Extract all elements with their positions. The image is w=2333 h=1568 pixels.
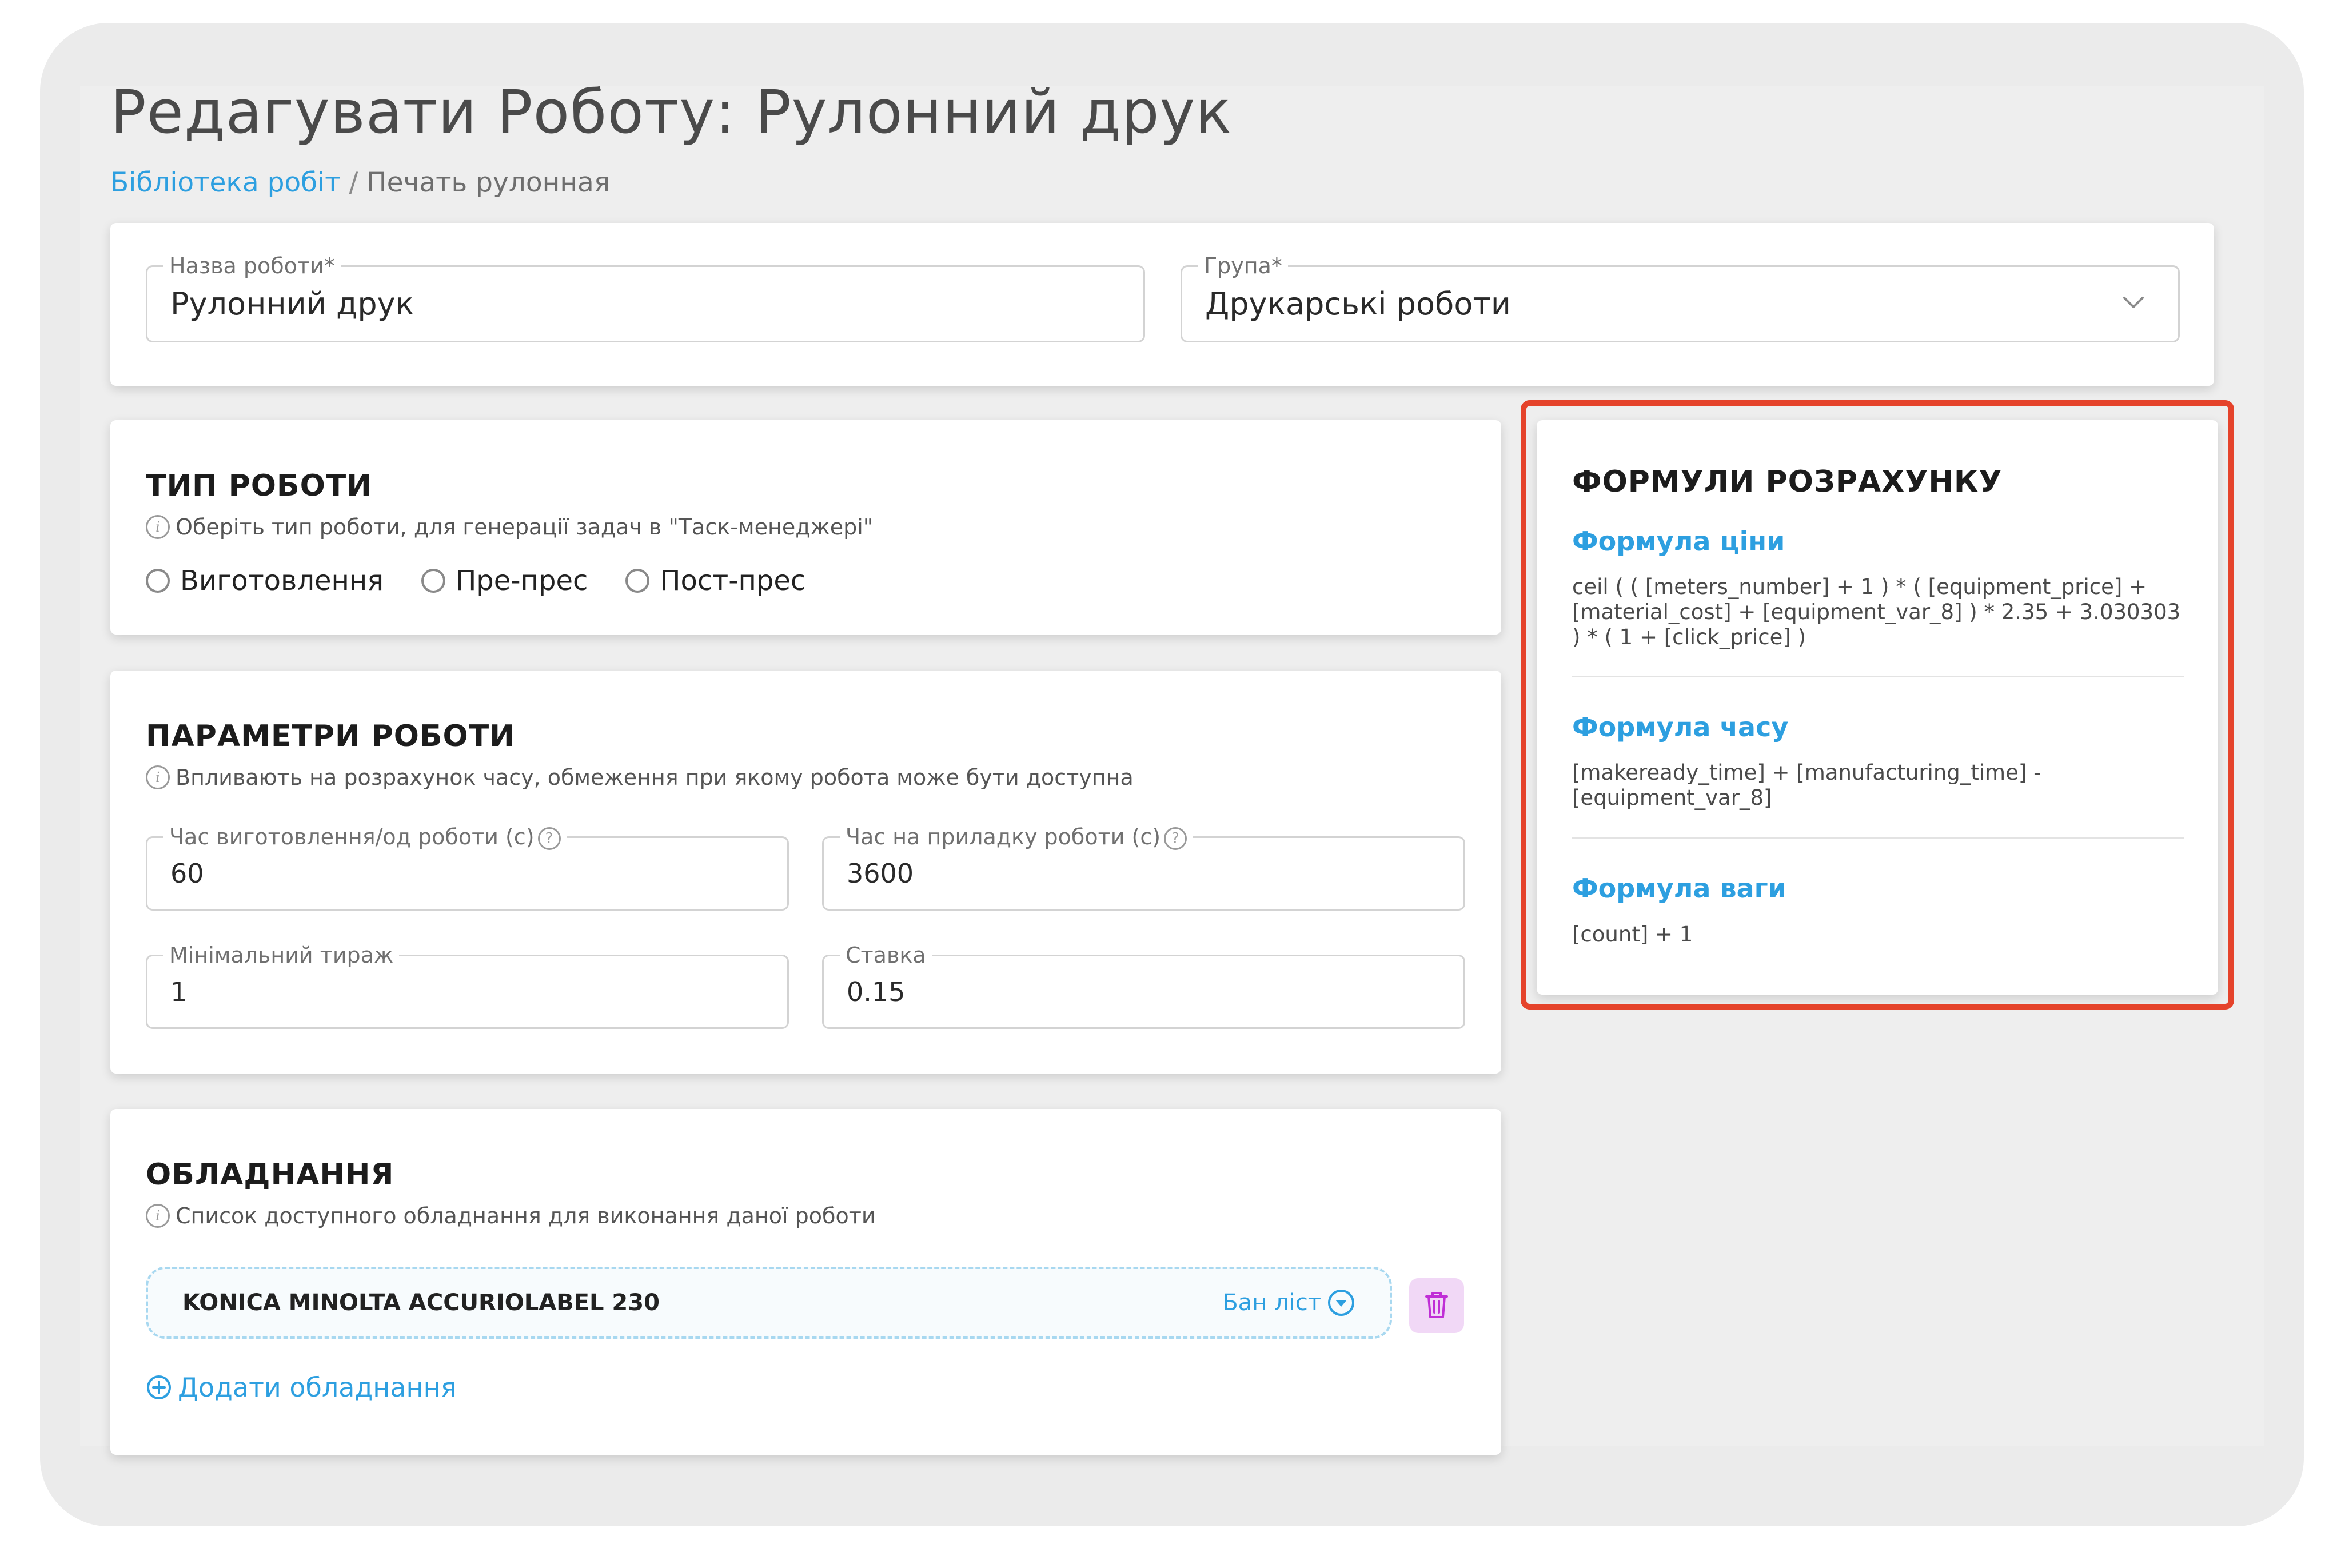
work-type-card: ТИП РОБОТИ i Оберіть тип роботи, для гене… (110, 420, 1501, 635)
equipment-name: KONICA MINOLTA ACCURIOLABEL 230 (182, 1290, 660, 1316)
production-time-value: 60 (170, 858, 204, 889)
trash-icon (1423, 1290, 1450, 1322)
production-time-label: Час виготовлення/од роботи (с)? (163, 823, 567, 851)
equipment-hint: i Список доступного обладнання для викона… (146, 1203, 876, 1228)
chevron-circle-down-icon (1327, 1288, 1355, 1317)
equipment-tag-label: Бан ліст (1222, 1290, 1321, 1316)
rate-value: 0.15 (847, 976, 906, 1007)
radio-circle[interactable] (625, 569, 650, 593)
formulas-highlight-box (1521, 400, 2234, 1010)
radio-circle[interactable] (421, 569, 446, 593)
work-type-hint-text: Оберіть тип роботи, для генерації задач … (176, 514, 874, 540)
work-type-hint: i Оберіть тип роботи, для генерації задач… (146, 514, 873, 540)
radio-manufacturing[interactable]: Виготовлення (146, 565, 384, 597)
work-header-card: Назва роботи* Рулонний друк Група* Друка… (110, 223, 2214, 386)
chevron-down-icon (2122, 294, 2145, 313)
work-name-field[interactable]: Назва роботи* Рулонний друк (146, 252, 1145, 342)
info-icon: i (146, 1204, 170, 1228)
production-time-label-text: Час виготовлення/од роботи (с) (169, 824, 535, 849)
info-icon: i (146, 765, 170, 789)
radio-label: Пост-прес (660, 565, 806, 597)
help-icon[interactable]: ? (537, 827, 561, 850)
equipment-tag-dropdown[interactable]: Бан ліст (1222, 1269, 1355, 1336)
params-hint-text: Впливають на розрахунок часу, обмеження … (176, 765, 1134, 790)
add-equipment-label: Додати обладнання (178, 1372, 457, 1403)
add-equipment-button[interactable]: Додати обладнання (146, 1372, 456, 1403)
radio-prepress[interactable]: Пре-прес (421, 565, 588, 597)
work-params-card: ПАРАМЕТРИ РОБОТИ i Впливають на розрахуно… (110, 671, 1501, 1074)
equipment-hint-text: Список доступного обладнання для виконан… (176, 1203, 876, 1228)
breadcrumb-separator: / (340, 167, 367, 198)
params-hint: i Впливають на розрахунок часу, обмеження… (146, 765, 1134, 790)
page-title: Редагувати Роботу: Рулонний друк (110, 77, 1232, 147)
rate-field[interactable]: Ставка 0.15 (822, 941, 1465, 1029)
min-run-value: 1 (170, 976, 188, 1007)
info-icon: i (146, 515, 170, 539)
breadcrumb: Бібліотека робіт / Печать рулонная (110, 167, 610, 198)
plus-circle-icon (146, 1374, 172, 1401)
equipment-card: ОБЛАДНАННЯ i Список доступного обладнання… (110, 1109, 1501, 1455)
help-icon[interactable]: ? (1164, 827, 1187, 850)
setup-time-value: 3600 (847, 858, 914, 889)
radio-circle[interactable] (146, 569, 170, 593)
params-title: ПАРАМЕТРИ РОБОТИ (146, 719, 515, 753)
min-run-label: Мінімальний тираж (163, 941, 400, 969)
equipment-item[interactable]: KONICA MINOLTA ACCURIOLABEL 230 Бан ліст (146, 1267, 1392, 1339)
production-time-field[interactable]: Час виготовлення/од роботи (с)? 60 (146, 823, 789, 911)
group-value: Друкарські роботи (1205, 286, 1511, 322)
radio-label: Виготовлення (180, 565, 384, 597)
radio-label: Пре-прес (456, 565, 588, 597)
group-select[interactable]: Група* Друкарські роботи (1181, 252, 2180, 342)
breadcrumb-current: Печать рулонная (366, 167, 611, 198)
work-type-title: ТИП РОБОТИ (146, 469, 372, 503)
breadcrumb-link-library[interactable]: Бібліотека робіт (110, 167, 341, 198)
setup-time-field[interactable]: Час на приладку роботи (с)? 3600 (822, 823, 1465, 911)
work-type-radio-group: Виготовлення Пре-прес Пост-прес (146, 565, 843, 597)
work-name-value: Рулонний друк (170, 286, 414, 322)
min-run-field[interactable]: Мінімальний тираж 1 (146, 941, 789, 1029)
delete-equipment-button[interactable] (1409, 1278, 1464, 1333)
equipment-title: ОБЛАДНАННЯ (146, 1158, 394, 1192)
radio-postpress[interactable]: Пост-прес (625, 565, 805, 597)
